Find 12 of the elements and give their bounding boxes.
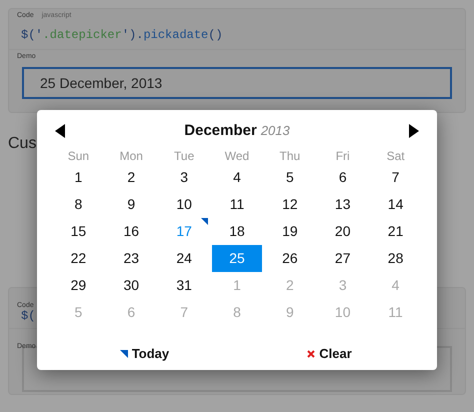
weekday-label: Thu xyxy=(280,148,300,165)
code-line: $( xyxy=(21,308,36,324)
year-label: 2013 xyxy=(260,122,290,140)
month-label: December xyxy=(184,120,257,141)
weekday-label: Mon xyxy=(120,148,143,165)
weekday-label: Sun xyxy=(68,148,90,165)
weekday-label: Wed xyxy=(224,148,250,165)
weekday-label: Tue xyxy=(174,148,194,165)
code-line: $('.datepicker').pickadate() xyxy=(20,27,224,44)
section-heading: Cus xyxy=(8,134,36,154)
weekday-label: Fri xyxy=(336,148,350,165)
weekday-label: Sat xyxy=(386,148,405,165)
